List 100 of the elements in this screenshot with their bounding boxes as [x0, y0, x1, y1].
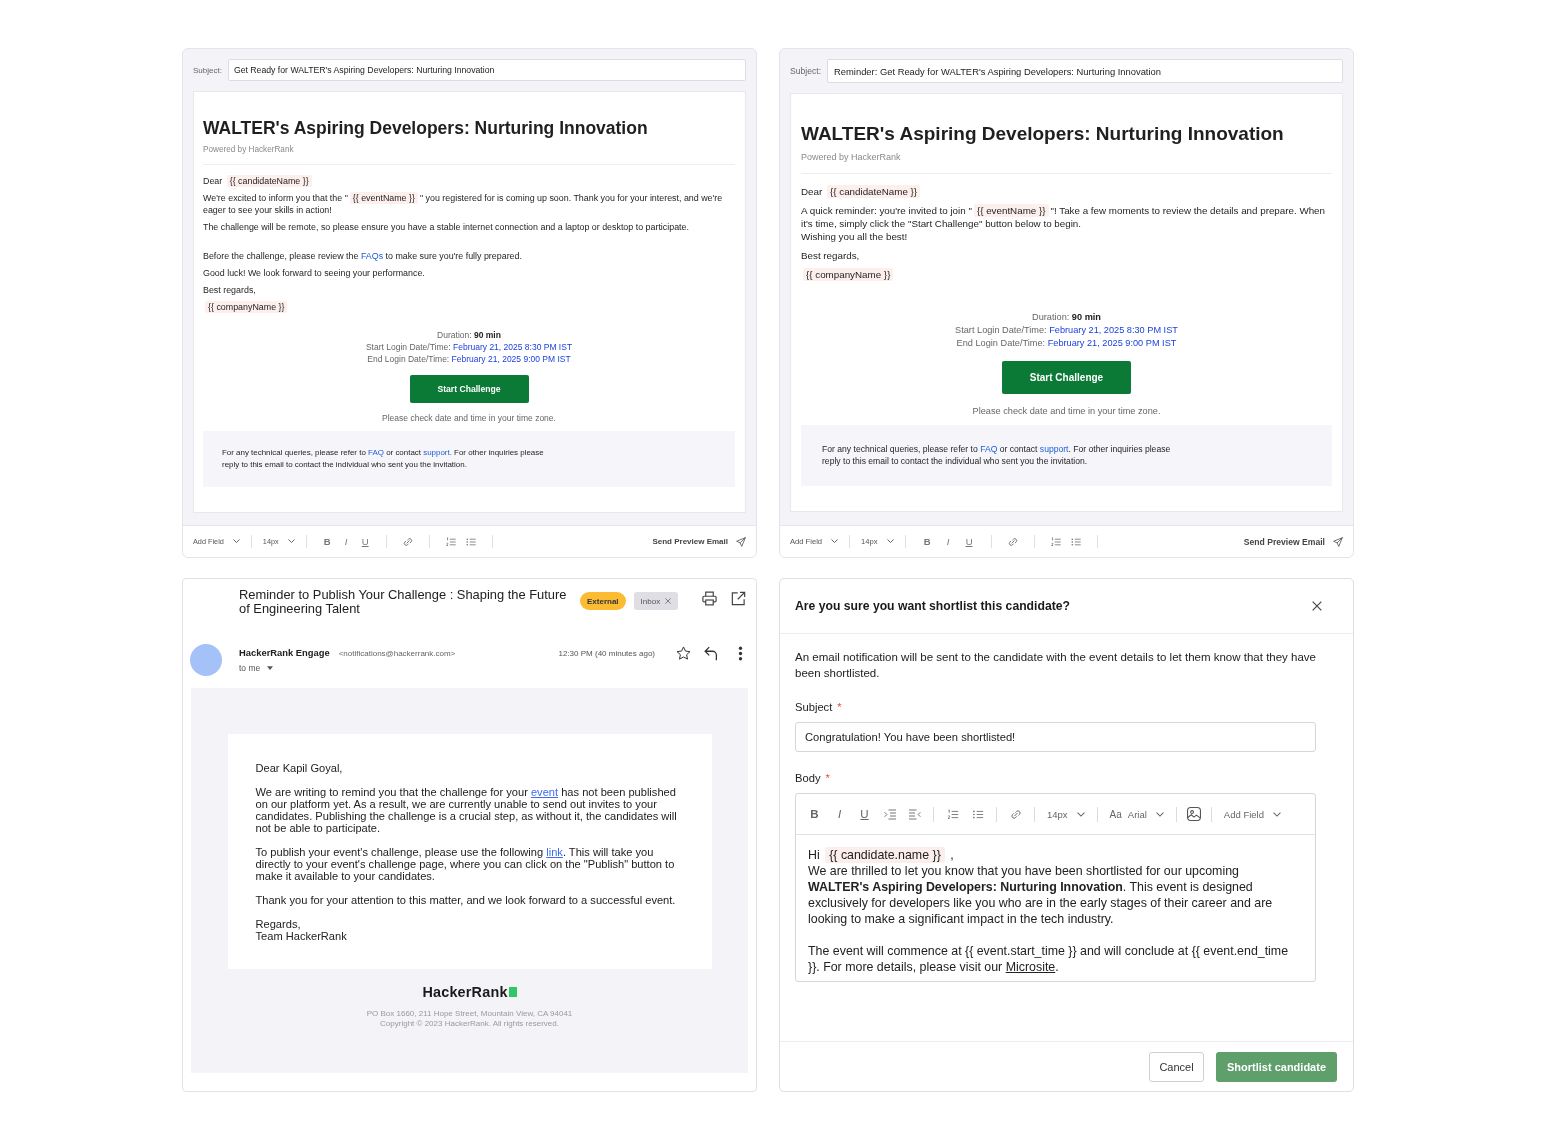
timezone-note: Please check date and time in your time zone.	[381, 412, 557, 425]
bold-button[interactable]: B	[317, 536, 337, 547]
body-editor[interactable]	[795, 793, 1316, 982]
subject-label: Subject:	[790, 66, 822, 76]
powered-by-text: Powered by HackerRank	[203, 144, 295, 156]
recipient-dropdown[interactable]: to me	[239, 663, 274, 673]
text-link[interactable]: Microsite	[1005, 960, 1056, 974]
email-heading: WALTER's Aspiring Developers: Nurturing Innovation	[801, 122, 1285, 146]
bullet-list-icon[interactable]	[971, 808, 984, 820]
body-paragraph: We're excited to inform you that the " {{ eventName }} " you registered for is coming up soon. Thank you for your interest, and we're eager to see your skills in action!	[203, 192, 724, 217]
subject-field[interactable]: Get Ready for WALTER's Aspiring Developers: Nurturing Innovation	[227, 59, 746, 81]
italic-button[interactable]: I	[827, 808, 852, 820]
bold-button[interactable]: B	[802, 808, 827, 820]
body-paragraph: Dear {{ candidateName }}	[801, 185, 1332, 199]
message-paragraph: Regards, Team HackerRank	[255, 918, 348, 942]
send-icon	[736, 536, 746, 547]
shortlist-candidate-button[interactable]: Shortlist candidate	[1216, 1051, 1337, 1082]
bullet-list-icon[interactable]	[465, 536, 476, 547]
logo-text: HackerRank	[422, 984, 508, 1000]
link-icon[interactable]	[1009, 808, 1022, 820]
merge-tag: {{ candidateName }}	[826, 185, 921, 199]
body-paragraph: The event will commence at {{ event.start_time }} and will conclude at {{ event.end_time }}. For more details, please visit our Microsite.	[808, 943, 1290, 975]
sender-email: <notifications@hackerrank.com>	[338, 649, 456, 658]
send-icon	[1333, 536, 1343, 547]
merge-tag: {{ eventName }}	[349, 192, 418, 205]
merge-tag: {{ eventName }}	[973, 204, 1049, 218]
chevron-down-icon	[1076, 811, 1085, 817]
label-chip[interactable]: External	[580, 592, 626, 610]
italic-button[interactable]: I	[336, 536, 356, 547]
schedule-detail: Start Login Date/Time: February 21, 2025 8:30 PM IST	[954, 324, 1179, 338]
help-text: For any technical queries, please refer to FAQ or contact support. For other inquiries please reply to this email to contact the individual who sent you the invitation.	[822, 443, 1172, 468]
body-paragraph: Best regards,	[801, 249, 861, 263]
numbered-list-icon[interactable]	[946, 808, 959, 820]
schedule-detail: Duration: 90 min	[436, 329, 502, 342]
image-icon[interactable]	[1186, 807, 1201, 821]
underline-button[interactable]: U	[355, 536, 375, 547]
start-challenge-button[interactable]: Start Challenge	[409, 375, 529, 404]
subject-field[interactable]: Congratulation! You have been shortlisted!	[795, 722, 1316, 752]
subject-field[interactable]: Reminder: Get Ready for WALTER's Aspiring Developers: Nurturing Innovation	[827, 59, 1343, 83]
close-icon[interactable]	[1312, 601, 1322, 611]
chevron-down-icon	[232, 539, 240, 544]
schedule-detail: Start Login Date/Time: February 21, 2025 8:30 PM IST	[364, 341, 574, 354]
schedule-detail: End Login Date/Time: February 21, 2025 9:00 PM IST	[955, 337, 1178, 351]
body-paragraph: The challenge will be remote, so please ensure you have a stable internet connection and a laptop or desktop to participate.	[203, 221, 690, 234]
body-paragraph: Good luck! We look forward to seeing your performance.	[203, 267, 426, 280]
link-icon[interactable]	[402, 536, 413, 547]
text-link[interactable]: FAQ	[980, 444, 998, 455]
star-icon[interactable]	[676, 646, 691, 661]
printer-icon[interactable]	[702, 591, 717, 606]
body-paragraph: Hi {{ candidate.name }} , We are thrilled to let you know that you have been shortlisted for our upcoming WALTER's Aspiring Developers: Nurturing Innovation. This event is designed exclusively for developers like you who are in the early stages of their career and are looking to make a significant impact in the tech industry.	[808, 847, 1274, 927]
underline-button[interactable]: U	[852, 808, 877, 820]
message-paragraph: Dear Kapil Goyal,	[255, 762, 344, 774]
send-preview-email-button[interactable]: Send Preview Email	[1243, 536, 1343, 547]
message-paragraph: We are writing to remind you that the challenge for your event has not been published on our platform yet. As a result, we are currently unable to send out invites to your candidates. Publishing the challenge is a crucial step, as without it, the candidates will not be able to participate.	[255, 786, 678, 834]
send-preview-email-button[interactable]: Send Preview Email	[652, 536, 746, 547]
dialog-description: An email notification will be sent to the candidate with the event details to let them know that they have been shortlisted.	[795, 650, 1317, 681]
reply-icon[interactable]	[704, 646, 719, 661]
numbered-list-icon[interactable]	[1050, 536, 1061, 547]
body-paragraph: Dear {{ candidateName }}	[203, 175, 735, 188]
schedule-detail: Duration: 90 min	[1031, 311, 1102, 325]
caret-down-icon	[267, 666, 274, 670]
bold-button[interactable]: B	[916, 536, 938, 547]
email-subject: Reminder to Publish Your Challenge : Shaping the Future of Engineering Talent	[239, 588, 568, 616]
avatar	[190, 644, 222, 676]
open-external-icon[interactable]	[731, 591, 746, 606]
chevron-down-icon	[1155, 811, 1164, 817]
italic-button[interactable]: I	[937, 536, 959, 547]
merge-tag: {{ companyName }}	[803, 268, 894, 282]
start-challenge-button[interactable]: Start Challenge	[1002, 361, 1131, 395]
text-link[interactable]: link	[546, 846, 563, 858]
add-field-dropdown[interactable]: Add Field	[1217, 808, 1287, 820]
body-paragraph: Best regards,	[203, 284, 257, 297]
body-label: Body *	[795, 771, 831, 785]
merge-tag: {{ candidateName }}	[226, 175, 312, 188]
sent-time: 12:30 PM (40 minutes ago)	[558, 649, 655, 658]
copyright-text: Copyright © 2023 HackerRank. All rights reserved.	[379, 1019, 560, 1029]
text-link[interactable]: event	[530, 786, 559, 798]
chevron-down-icon	[287, 539, 295, 544]
cancel-button[interactable]: Cancel	[1149, 1051, 1204, 1082]
chevron-down-icon	[886, 539, 894, 544]
more-icon[interactable]	[738, 646, 743, 661]
chevron-down-icon	[1273, 811, 1281, 817]
font-size-dropdown[interactable]: 14px	[1041, 808, 1091, 820]
body-paragraph: Before the challenge, please review the FAQs to make sure you're fully prepared.	[203, 250, 523, 263]
subject-label: Subject *	[795, 700, 843, 714]
message-paragraph: To publish your event's challenge, please use the following link. This will take you directly to your event's challenge page, where you can click on the "Publish" button to make it available to your candidates.	[255, 846, 676, 882]
numbered-list-icon[interactable]	[445, 536, 456, 547]
logo-mark-icon	[508, 987, 517, 997]
bullet-list-icon[interactable]	[1070, 536, 1081, 547]
text-link[interactable]: FAQs	[360, 251, 384, 262]
email-heading: WALTER's Aspiring Developers: Nurturing Innovation	[203, 117, 649, 140]
label-chip[interactable]: Inbox	[633, 592, 679, 610]
footer-address: PO Box 1660, 211 Hope Street, Mountain View, CA 94041	[366, 1009, 573, 1019]
underline-button[interactable]: U	[958, 536, 980, 547]
message-paragraph: Thank you for your attention to this matter, and we look forward to a successful event.	[255, 894, 677, 906]
link-icon[interactable]	[1007, 536, 1018, 547]
merge-tag: {{ candidate.name }}	[825, 847, 945, 863]
dialog-title: Are you sure you want shortlist this candidate?	[795, 599, 1070, 613]
font-family-dropdown[interactable]: Aa Arial	[1103, 808, 1170, 820]
remove-label-icon[interactable]	[665, 598, 672, 604]
